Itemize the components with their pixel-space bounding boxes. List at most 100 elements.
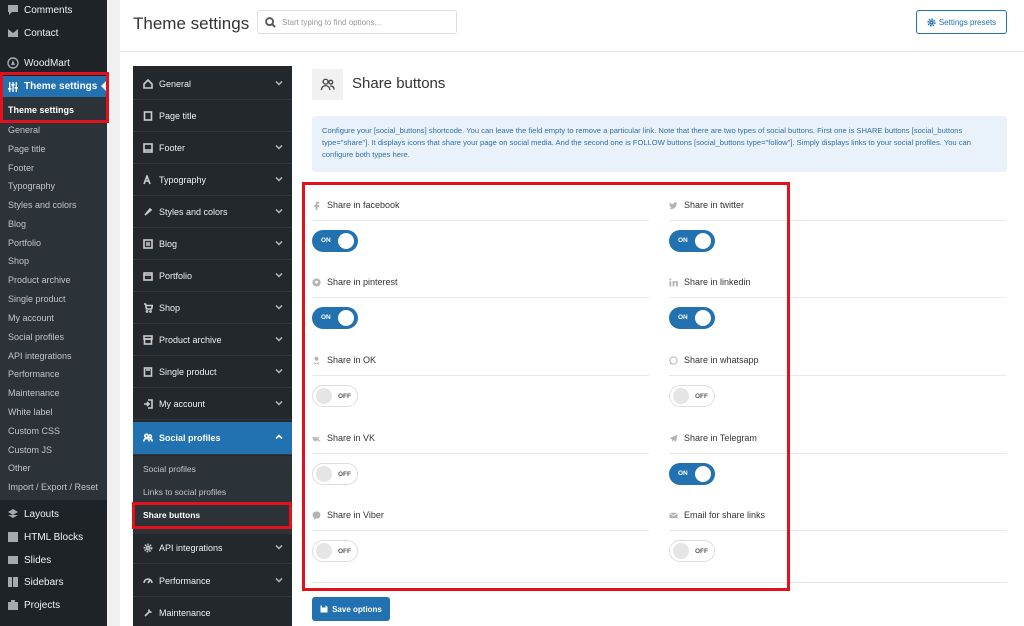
toggle-switch[interactable]: ON bbox=[669, 463, 715, 485]
wp-submenu-item[interactable]: Styles and colors bbox=[8, 200, 77, 210]
wp-menu-sidebars[interactable]: Sidebars bbox=[0, 572, 107, 592]
nav-item-typography[interactable]: Typography bbox=[133, 164, 292, 196]
pinterest-icon bbox=[312, 277, 321, 287]
toggle-knob bbox=[316, 466, 332, 482]
wp-submenu-item[interactable]: Typography bbox=[8, 181, 55, 191]
toggle-switch[interactable]: OFF bbox=[312, 463, 358, 485]
wp-submenu-item[interactable]: Other bbox=[8, 463, 31, 473]
wp-submenu-item[interactable]: Portfolio bbox=[8, 238, 41, 248]
wp-submenu-item[interactable]: Blog bbox=[8, 219, 26, 229]
wp-menu-comments[interactable]: Comments bbox=[0, 0, 107, 20]
login-icon bbox=[143, 398, 154, 409]
nav-item-my-account[interactable]: My account bbox=[133, 388, 292, 420]
wp-submenu-item[interactable]: Page title bbox=[8, 144, 46, 154]
telegram-icon bbox=[669, 434, 678, 442]
nav-item-social-profiles[interactable]: Social profiles bbox=[133, 422, 292, 455]
chevron-down-icon bbox=[275, 207, 283, 215]
wp-submenu-item[interactable]: Performance bbox=[8, 369, 60, 379]
wp-menu-projects[interactable]: Projects bbox=[0, 595, 107, 615]
toggle-switch[interactable]: OFF bbox=[669, 385, 715, 407]
wp-submenu-item[interactable]: Product archive bbox=[8, 275, 71, 285]
wp-submenu-item[interactable]: General bbox=[8, 125, 40, 135]
nav-item-api-integrations[interactable]: API integrations bbox=[133, 532, 292, 564]
nav-item-page-title[interactable]: Page title bbox=[133, 100, 292, 132]
page-icon bbox=[143, 110, 154, 121]
wp-menu-layouts[interactable]: Layouts bbox=[0, 504, 107, 524]
toggle-switch[interactable]: OFF bbox=[669, 540, 715, 562]
nav-item-label: Social profiles bbox=[159, 433, 221, 443]
chevron-up-icon bbox=[275, 433, 283, 441]
wp-submenu-item[interactable]: Custom JS bbox=[8, 445, 52, 455]
nav-subitem[interactable]: Social profiles bbox=[143, 464, 196, 474]
wp-submenu-item-theme-settings[interactable]: Theme settings bbox=[8, 105, 74, 115]
share-buttons-section: Share buttons Configure your [social_but… bbox=[312, 66, 1007, 626]
wp-submenu-item[interactable]: My account bbox=[8, 313, 54, 323]
field-label-wrap: Share in linkedin bbox=[669, 275, 751, 289]
slides-icon bbox=[7, 554, 19, 566]
wp-submenu-item[interactable]: Maintenance bbox=[8, 388, 60, 398]
field-label-wrap: Share in whatsapp bbox=[669, 353, 759, 367]
toggle-switch[interactable]: ON bbox=[312, 230, 358, 252]
field-share-telegram: Share in Telegram ON bbox=[669, 419, 1006, 497]
current-menu-arrow bbox=[101, 80, 107, 92]
linkedin-icon bbox=[669, 277, 678, 287]
wp-menu-html-blocks[interactable]: HTML Blocks bbox=[0, 527, 107, 547]
toggle-state: OFF bbox=[338, 548, 351, 555]
field-label-wrap: Share in facebook bbox=[312, 198, 400, 212]
wp-submenu-item[interactable]: Footer bbox=[8, 163, 34, 173]
facebook-icon bbox=[314, 201, 320, 210]
vk-icon bbox=[312, 436, 321, 441]
nav-item-label: General bbox=[159, 78, 192, 89]
wp-submenu-item[interactable]: Single product bbox=[8, 294, 66, 304]
search-input[interactable] bbox=[282, 17, 452, 27]
nav-item-general[interactable]: General bbox=[133, 68, 292, 100]
nav-item-blog[interactable]: Blog bbox=[133, 228, 292, 260]
nav-item-label: Typography bbox=[159, 174, 207, 185]
wp-submenu-item[interactable]: Import / Export / Reset bbox=[8, 482, 98, 492]
nav-subitem-current[interactable]: Share buttons bbox=[143, 510, 200, 520]
save-options-button[interactable]: Save options bbox=[312, 597, 390, 621]
divider bbox=[312, 582, 1007, 583]
wp-submenu-item[interactable]: Shop bbox=[8, 256, 29, 266]
toggle-switch[interactable]: ON bbox=[669, 230, 715, 252]
nav-item-shop[interactable]: Shop bbox=[133, 292, 292, 324]
toggle-switch[interactable]: OFF bbox=[312, 385, 358, 407]
product-icon bbox=[143, 366, 154, 377]
wp-submenu-item[interactable]: Social profiles bbox=[8, 332, 64, 342]
wp-submenu-item[interactable]: API integrations bbox=[8, 351, 72, 361]
gear-icon bbox=[143, 542, 154, 553]
nav-item-single-product[interactable]: Single product bbox=[133, 356, 292, 388]
field-label: Email for share links bbox=[684, 510, 766, 520]
wp-menu-contact[interactable]: Contact bbox=[0, 23, 107, 43]
nav-subitem[interactable]: Links to social profiles bbox=[143, 487, 226, 497]
wp-menu-theme-settings[interactable]: Theme settings bbox=[0, 76, 107, 97]
search-box[interactable] bbox=[257, 10, 457, 34]
wp-menu-slides[interactable]: Slides bbox=[0, 550, 107, 570]
nav-item-styles-and-colors[interactable]: Styles and colors bbox=[133, 196, 292, 228]
toggle-knob bbox=[316, 388, 332, 404]
nav-item-footer[interactable]: Footer bbox=[133, 132, 292, 164]
wp-submenu-item[interactable]: Custom CSS bbox=[8, 426, 60, 436]
toggle-knob bbox=[695, 233, 711, 249]
nav-item-product-archive[interactable]: Product archive bbox=[133, 324, 292, 356]
nav-item-maintenance[interactable]: Maintenance bbox=[133, 597, 292, 626]
nav-item-label: Page title bbox=[159, 110, 197, 121]
toggle-knob bbox=[695, 310, 711, 326]
divider bbox=[312, 220, 649, 221]
settings-presets-button[interactable]: Settings presets bbox=[916, 10, 1007, 34]
divider bbox=[312, 453, 649, 454]
field-label: Share in linkedin bbox=[684, 277, 751, 287]
toggle-switch[interactable]: OFF bbox=[312, 540, 358, 562]
toggle-switch[interactable]: ON bbox=[669, 307, 715, 329]
nav-item-portfolio[interactable]: Portfolio bbox=[133, 260, 292, 292]
users-icon bbox=[312, 69, 343, 100]
nav-item-performance[interactable]: Performance bbox=[133, 565, 292, 597]
briefcase-icon bbox=[7, 599, 19, 611]
toggle-switch[interactable]: ON bbox=[312, 307, 358, 329]
wp-menu-woodmart[interactable]: WoodMart bbox=[0, 53, 107, 73]
social-profiles-submenu: Social profiles Links to social profiles… bbox=[133, 456, 292, 534]
divider bbox=[669, 220, 1006, 221]
wp-submenu-item[interactable]: White label bbox=[8, 407, 53, 417]
field-share-ok: Share in OK OFF bbox=[312, 341, 649, 419]
field-label: Share in whatsapp bbox=[684, 355, 759, 365]
